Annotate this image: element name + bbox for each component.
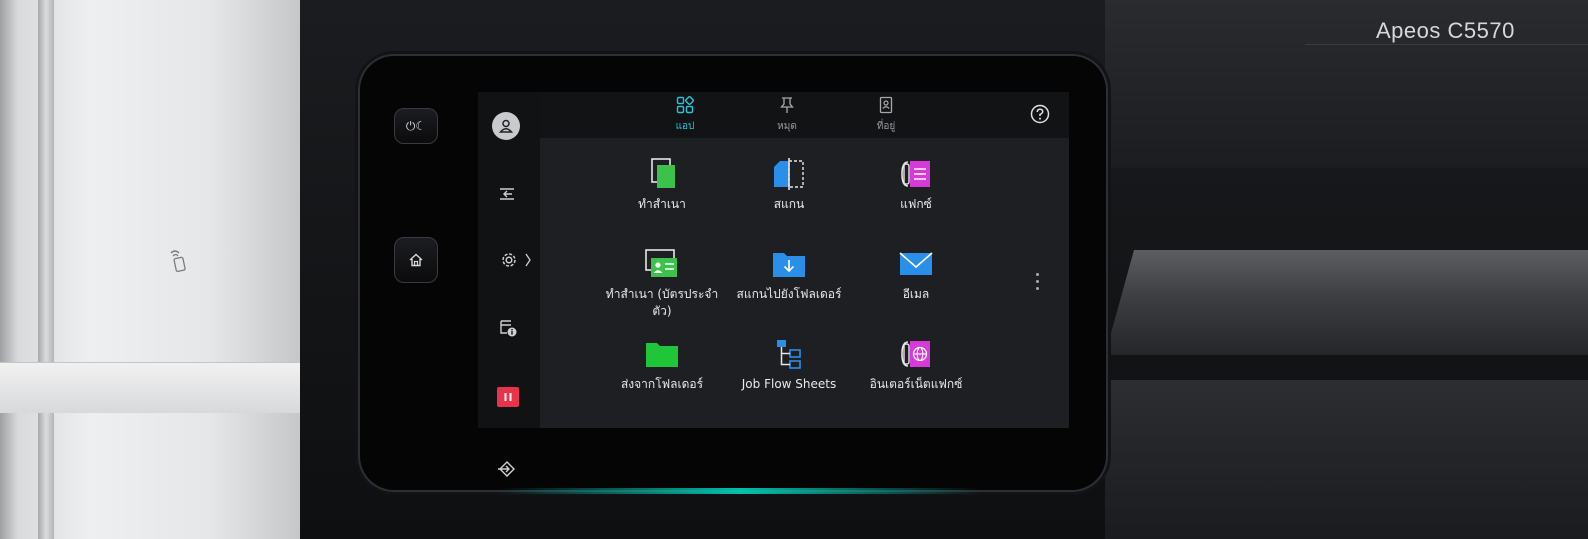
id-card-copy-icon [645, 249, 677, 277]
tile-label: สแกนไปยังโฟลเดอร์ [736, 287, 842, 301]
tile-label-line: ตัว) [652, 304, 672, 318]
job-flow-icon [777, 340, 801, 369]
lower-tray [1105, 380, 1588, 539]
pause-icon [504, 393, 512, 401]
scan-to-folder-icon [773, 253, 805, 277]
device-info-button[interactable] [496, 316, 520, 340]
settings-button[interactable] [496, 248, 536, 272]
nfc-card-reader-icon [170, 250, 186, 273]
tab-address-book[interactable]: ที่อยู่ [856, 96, 916, 134]
help-icon[interactable] [1030, 104, 1050, 124]
app-tile-internet-fax[interactable]: อินเตอร์เน็ตแฟกซ์ [851, 338, 981, 393]
tab-bar: แอป หมุด ที่อยู่ [540, 92, 1069, 138]
printer-top-housing [1105, 0, 1588, 168]
app-tile-fax[interactable]: แฟกซ์ [851, 158, 981, 213]
tab-apps[interactable]: แอป [655, 96, 715, 134]
send-from-folder-icon [646, 343, 678, 367]
tile-label: ทำสำเนา (บัตรประจำ ตัว) [597, 286, 727, 320]
user-login-button[interactable] [492, 112, 520, 140]
copy-icon [651, 158, 675, 188]
power-saver-button[interactable]: ⏻☾ [394, 108, 438, 144]
app-tile-id-card-copy[interactable]: ทำสำเนา (บัตรประจำ ตัว) [597, 248, 727, 320]
app-tile-job-flow-sheets[interactable]: Job Flow Sheets [724, 338, 854, 393]
printer-front-cover [0, 0, 300, 539]
pin-icon [780, 97, 794, 113]
touch-screen: แอป หมุด ที่อยู่ ทำสำเนา สแกน แฟกซ์ ทำสำ… [478, 92, 1069, 428]
device-info-icon [500, 320, 517, 337]
scan-icon [774, 158, 804, 190]
app-tile-email[interactable]: อีเมล [851, 248, 981, 303]
tab-pins[interactable]: หมุด [757, 96, 817, 134]
apps-grid-icon [676, 96, 694, 114]
brand-divider [1305, 44, 1588, 45]
tile-label: Job Flow Sheets [741, 377, 837, 391]
app-tile-send-from-folder[interactable]: ส่งจากโฟลเดอร์ [597, 338, 727, 393]
sign-in-icon[interactable] [497, 460, 517, 478]
tab-label: ที่อยู่ [876, 121, 896, 132]
chevron-right-icon [524, 253, 531, 267]
tab-label: หมุด [777, 121, 797, 132]
address-book-icon [879, 96, 893, 114]
fax-icon [901, 161, 930, 187]
job-status-button[interactable] [496, 182, 520, 206]
tile-label: ส่งจากโฟลเดอร์ [620, 377, 704, 391]
model-name: Apeos C5570 [1376, 18, 1515, 43]
power-icon: ⏻☾ [405, 118, 427, 133]
job-list-icon [500, 188, 514, 200]
tile-label: แฟกซ์ [900, 197, 932, 211]
output-tray [1105, 250, 1588, 355]
tile-label-line: ทำสำเนา (บัตรประจำ [605, 287, 719, 301]
tab-label: แอป [675, 121, 695, 132]
user-icon [498, 119, 514, 133]
tile-label: ทำสำเนา [638, 197, 686, 211]
tile-label: อินเตอร์เน็ตแฟกซ์ [869, 377, 963, 391]
app-tile-scan-to-folder[interactable]: สแกนไปยังโฟลเดอร์ [724, 248, 854, 303]
tile-label: สแกน [773, 197, 805, 211]
more-options-button[interactable] [1036, 273, 1040, 294]
app-tile-scan[interactable]: สแกน [724, 158, 854, 213]
home-icon [409, 253, 423, 267]
gear-icon [501, 253, 516, 267]
interrupt-button[interactable] [497, 387, 519, 407]
home-button[interactable] [394, 237, 438, 283]
internet-fax-icon [901, 341, 930, 367]
status-light-bar [500, 488, 980, 494]
app-tile-copy[interactable]: ทำสำเนา [597, 158, 727, 213]
sidebar [478, 92, 540, 428]
email-icon [899, 252, 933, 275]
tile-label: อีเมล [902, 287, 930, 301]
